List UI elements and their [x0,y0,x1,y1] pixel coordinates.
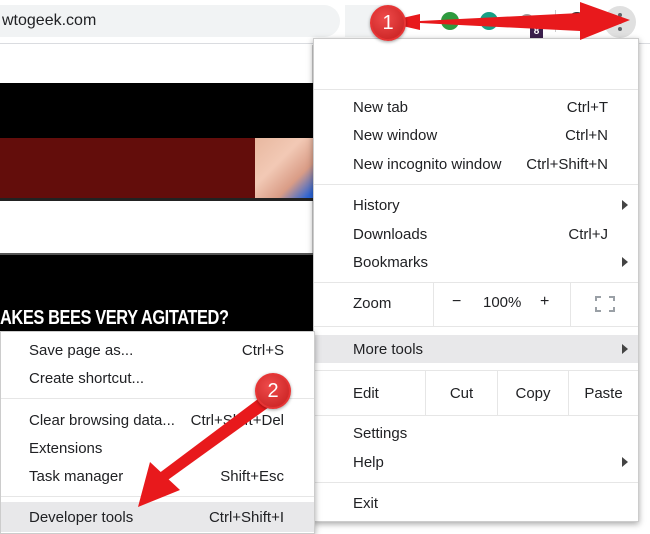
profile-avatar[interactable] [568,12,586,30]
submenu-item-clear-browsing-data[interactable]: Clear browsing data... Ctrl+Shift+Del [1,406,314,434]
page-thumbnail-image [255,138,313,201]
edit-row: Edit Cut Copy Paste [314,371,638,415]
page-banner [0,83,313,138]
copy-button[interactable]: Copy [497,371,568,415]
step-1-badge: 1 [370,5,406,41]
submenu-arrow-icon [622,344,628,354]
menu-item-history[interactable]: History [314,191,638,219]
zoom-level: 100% [483,294,522,311]
zoom-out-button[interactable]: − [452,293,461,311]
menu-item-new-incognito-window[interactable]: New incognito window Ctrl+Shift+N [314,150,638,178]
menu-separator [314,326,638,327]
page-banner-red [0,138,255,201]
zoom-label: Zoom [353,295,392,312]
chrome-menu-button[interactable] [604,6,636,38]
zoom-controls: − 100% + [433,282,571,326]
fullscreen-icon[interactable] [595,296,615,312]
submenu-arrow-icon [622,257,628,267]
submenu-item-save-page-as[interactable]: Save page as... Ctrl+S [1,336,314,364]
address-bar[interactable]: wtogeek.com [0,5,340,37]
extension-badge: 8 [530,26,543,38]
extension-icon-teal[interactable] [480,12,498,30]
menu-separator [314,415,638,416]
menu-item-new-tab[interactable]: New tab Ctrl+T [314,93,638,121]
more-tools-submenu: Save page as... Ctrl+S Create shortcut..… [0,331,315,534]
paste-button[interactable]: Paste [568,371,638,415]
menu-item-downloads[interactable]: Downloads Ctrl+J [314,220,638,248]
menu-item-more-tools[interactable]: More tools [314,335,638,363]
edit-label: Edit [353,385,379,402]
zoom-in-button[interactable]: + [540,293,549,311]
toolbar-divider [555,10,556,32]
submenu-item-developer-tools[interactable]: Developer tools Ctrl+Shift+I [1,502,314,532]
submenu-arrow-icon [622,200,628,210]
menu-separator [314,482,638,483]
submenu-arrow-icon [622,457,628,467]
submenu-item-extensions[interactable]: Extensions [1,434,314,462]
menu-item-help[interactable]: Help [314,448,638,476]
step-2-badge: 2 [255,373,291,409]
article-headline[interactable]: AKES BEES VERY AGITATED? [0,307,229,330]
menu-item-new-window[interactable]: New window Ctrl+N [314,121,638,149]
extension-icon-green[interactable] [441,12,459,30]
menu-separator [314,89,638,90]
url-text: wtogeek.com [2,12,97,29]
menu-separator [1,496,314,497]
submenu-item-task-manager[interactable]: Task manager Shift+Esc [1,462,314,490]
zoom-row: Zoom − 100% + [314,282,638,326]
menu-item-exit[interactable]: Exit [314,489,638,517]
menu-item-settings[interactable]: Settings [314,419,638,447]
cut-button[interactable]: Cut [425,371,497,415]
kebab-menu-icon [618,13,622,31]
menu-item-bookmarks[interactable]: Bookmarks [314,248,638,276]
menu-separator [314,184,638,185]
chrome-main-menu: New tab Ctrl+T New window Ctrl+N New inc… [313,38,639,522]
